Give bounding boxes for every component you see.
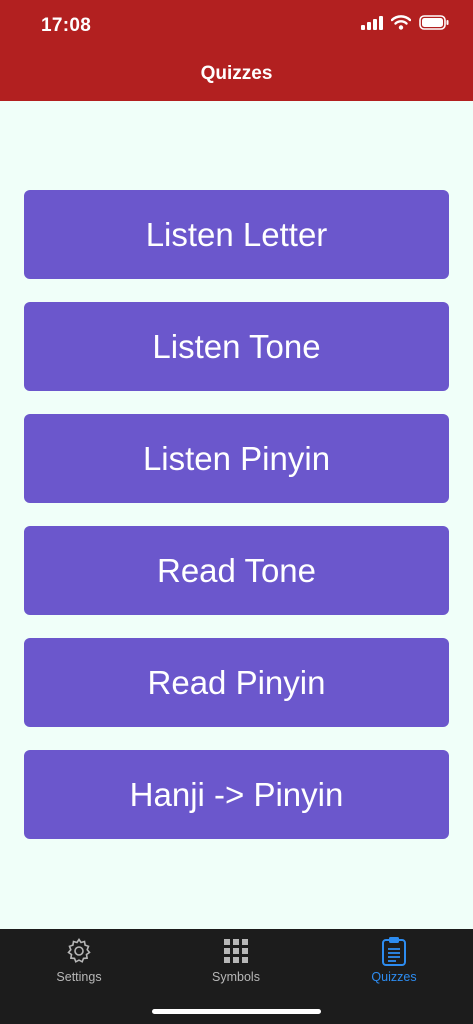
- home-indicator: [152, 1009, 321, 1014]
- tab-label: Symbols: [212, 970, 260, 984]
- quiz-button-label: Read Tone: [156, 551, 317, 589]
- quiz-list: Listen Letter Listen Tone Listen Pinyin …: [0, 101, 473, 929]
- listen-tone-button[interactable]: Listen Tone: [24, 302, 449, 391]
- battery-icon: [419, 15, 449, 35]
- status-icons: [361, 15, 449, 35]
- quiz-button-label: Hanji -> Pinyin: [129, 775, 344, 813]
- quiz-button-label: Read Pinyin: [147, 663, 326, 701]
- quiz-button-label: Listen Tone: [152, 327, 321, 365]
- tab-settings[interactable]: Settings: [0, 929, 158, 999]
- signal-icon: [361, 15, 383, 35]
- read-pinyin-button[interactable]: Read Pinyin: [24, 638, 449, 727]
- hanji-to-pinyin-button[interactable]: Hanji -> Pinyin: [24, 750, 449, 839]
- status-time: 17:08: [41, 15, 92, 36]
- gear-icon: [65, 937, 93, 965]
- tab-label: Quizzes: [371, 970, 417, 984]
- tab-bar: Settings Symbols Quizzes: [0, 929, 473, 1024]
- header: 17:08 Quizzes: [0, 0, 473, 101]
- wifi-icon: [390, 15, 412, 35]
- quiz-button-label: Listen Letter: [145, 215, 328, 253]
- tab-quizzes[interactable]: Quizzes: [315, 929, 473, 999]
- read-tone-button[interactable]: Read Tone: [24, 526, 449, 615]
- quiz-button-label: Listen Pinyin: [142, 439, 331, 477]
- listen-letter-button[interactable]: Listen Letter: [24, 190, 449, 279]
- clipboard-icon: [380, 937, 408, 966]
- tab-label: Settings: [56, 970, 102, 984]
- tab-symbols[interactable]: Symbols: [157, 929, 315, 999]
- grid-icon: [222, 937, 250, 965]
- page-title: Quizzes: [200, 63, 273, 84]
- listen-pinyin-button[interactable]: Listen Pinyin: [24, 414, 449, 503]
